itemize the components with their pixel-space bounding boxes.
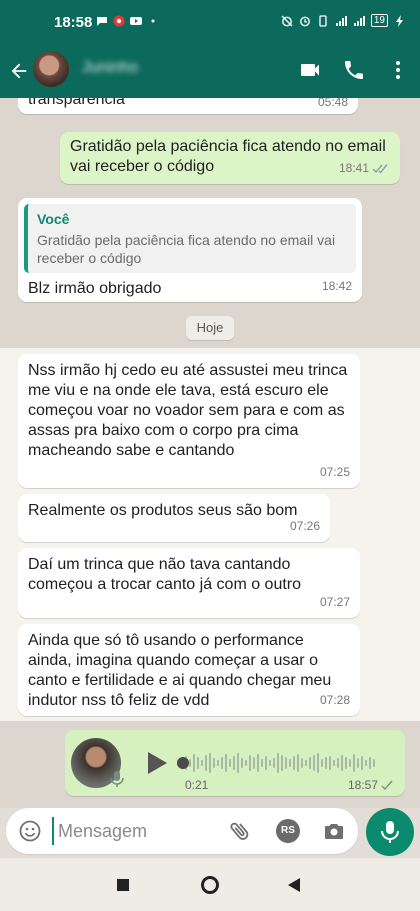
microphone-icon xyxy=(110,771,124,787)
recents-button[interactable] xyxy=(117,879,129,891)
record-voice-button[interactable] xyxy=(366,808,414,856)
message-time: 05:48 xyxy=(317,98,348,109)
message-input[interactable] xyxy=(52,817,212,845)
message-text: Blz irmão obrigado xyxy=(28,280,162,297)
status-bar: 18:58 19 xyxy=(0,0,420,46)
playback-position-handle[interactable] xyxy=(177,757,189,769)
quote-text: Gratidão pela paciência fica atendo no e… xyxy=(37,232,336,266)
chat-header: Juninho xyxy=(0,46,420,98)
message-time: 07:27 xyxy=(319,595,350,609)
video-call-icon[interactable] xyxy=(298,58,322,82)
alarm-icon xyxy=(299,16,310,26)
message-text: Ainda que só tô usando o performance ain… xyxy=(28,632,332,709)
voice-duration: 0:21 xyxy=(185,778,209,792)
status-time: 18:58 xyxy=(54,14,93,31)
quote-author: Você xyxy=(37,211,70,227)
home-button[interactable] xyxy=(201,876,219,894)
back-arrow-icon[interactable] xyxy=(8,60,30,82)
attach-icon[interactable] xyxy=(228,819,252,843)
message-time: 07:26 xyxy=(289,519,320,533)
chat-area[interactable]: transparência 05:48 Gratidão pela paciên… xyxy=(0,98,420,808)
message-composer: RS xyxy=(6,808,358,854)
contact-avatar[interactable] xyxy=(33,51,69,87)
message-bubble[interactable]: Daí um trinca que não tava cantando come… xyxy=(18,548,360,618)
signal-icon xyxy=(353,15,365,26)
message-bubble[interactable]: Gratidão pela paciência fica atendo no e… xyxy=(60,132,400,184)
message-bubble[interactable]: Ainda que só tô usando o performance ain… xyxy=(18,624,360,716)
youtube-icon xyxy=(130,17,142,25)
message-time: 18:42 xyxy=(321,279,352,293)
message-text: transparência xyxy=(28,98,125,108)
charging-icon xyxy=(396,14,403,27)
message-time: 07:28 xyxy=(319,693,350,707)
signal-4g-icon xyxy=(335,15,347,26)
audio-waveform[interactable] xyxy=(177,752,391,774)
message-time: 18:41 xyxy=(339,158,390,178)
payment-button[interactable]: RS xyxy=(276,819,300,843)
message-bubble[interactable]: Realmente os produtos seus são bom 07:26 xyxy=(18,494,330,542)
more-options-icon[interactable] xyxy=(386,58,410,82)
composer-bar: RS xyxy=(0,808,420,858)
dot-icon xyxy=(151,19,155,23)
message-time: 07:25 xyxy=(319,465,350,479)
emoji-icon[interactable] xyxy=(18,819,42,843)
chat-notification-icon xyxy=(97,17,107,26)
single-check-icon xyxy=(381,780,393,790)
vibrate-icon xyxy=(319,14,327,27)
message-bubble[interactable]: transparência 05:48 xyxy=(18,98,358,114)
day-separator: Hoje xyxy=(186,316,234,340)
voice-message[interactable]: 0:21 18:57 xyxy=(65,730,405,796)
play-icon[interactable] xyxy=(145,750,169,776)
alarm-off-icon xyxy=(281,15,293,26)
status-system-icons: 19 xyxy=(281,14,406,27)
header-actions xyxy=(298,58,410,82)
contact-name[interactable]: Juninho xyxy=(82,59,138,77)
camera-icon[interactable] xyxy=(322,819,346,843)
record-icon xyxy=(113,15,125,27)
status-notification-icons xyxy=(96,15,159,27)
message-text: Nss irmão hj cedo eu até assustei meu tr… xyxy=(28,362,348,459)
voice-call-icon[interactable] xyxy=(342,58,366,82)
system-navigation-bar xyxy=(0,858,420,911)
message-time: 18:57 xyxy=(348,778,393,792)
microphone-icon xyxy=(381,821,399,843)
quoted-message[interactable]: Você Gratidão pela paciência fica atendo… xyxy=(24,204,356,273)
message-bubble[interactable]: Você Gratidão pela paciência fica atendo… xyxy=(18,198,362,302)
double-check-icon xyxy=(372,163,388,174)
message-bubble[interactable]: Nss irmão hj cedo eu até assustei meu tr… xyxy=(18,354,360,488)
message-text: Daí um trinca que não tava cantando come… xyxy=(28,556,302,593)
battery-indicator: 19 xyxy=(370,14,388,27)
message-text: Realmente os produtos seus são bom xyxy=(28,502,298,519)
nav-back-button[interactable] xyxy=(288,878,300,892)
